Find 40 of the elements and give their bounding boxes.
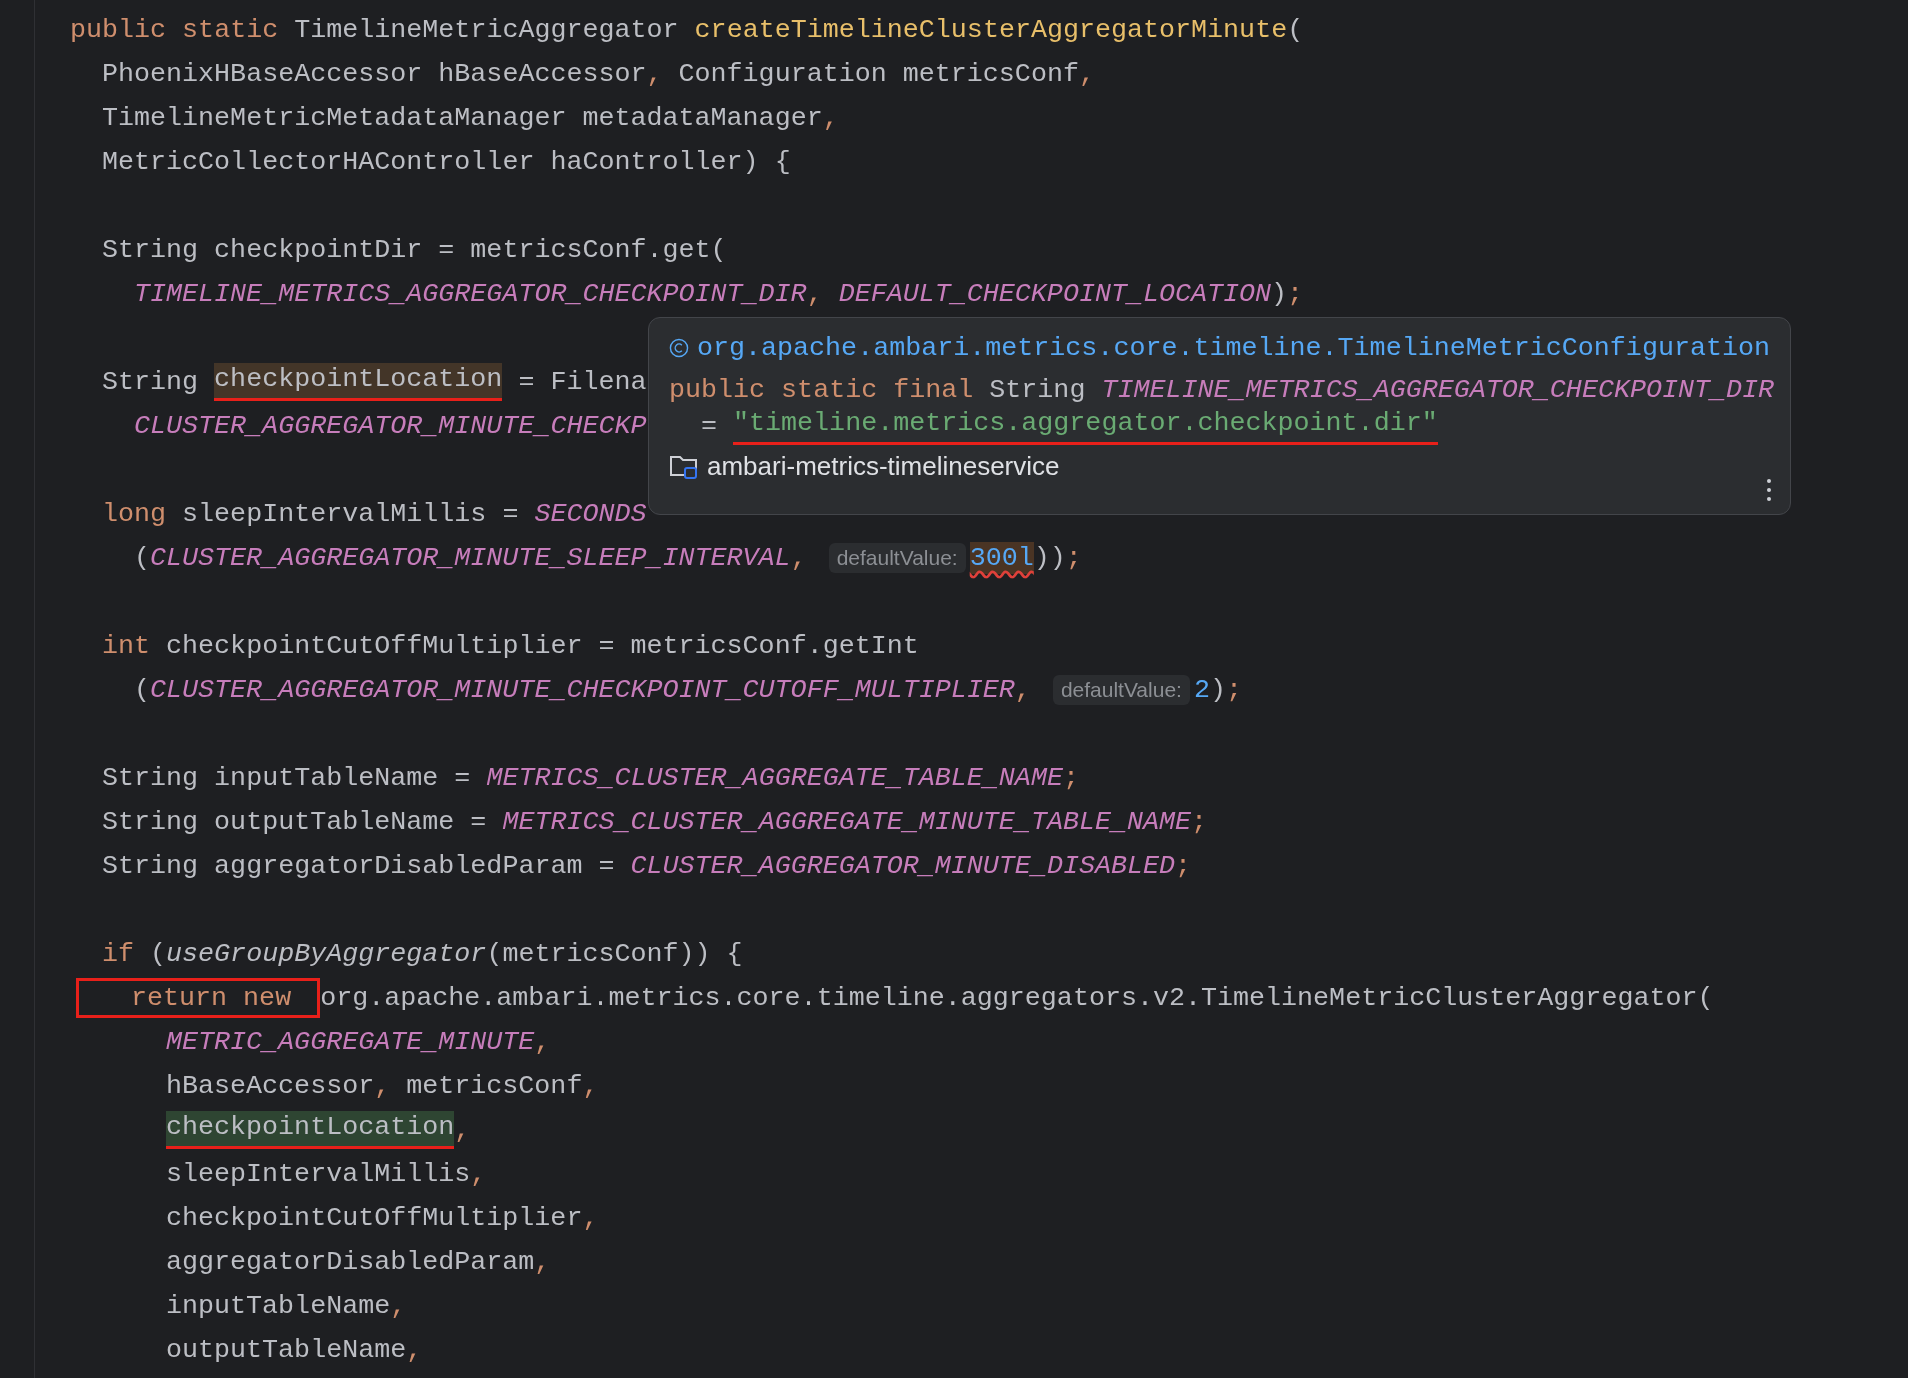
- code-text: TIMELINE_METRICS_AGGREGATOR_CHECKPOINT_DIR, DEFAULT_CHECKPOINT_LOCATION);: [134, 279, 1304, 309]
- code-text: TimelineMetricMetadataManager metadataManager,: [102, 103, 839, 133]
- code-text: =: [701, 411, 718, 441]
- code-text: outputTableName,: [166, 1335, 423, 1365]
- code-text: PhoenixHBaseAccessor hBaseAccessor, Configuration metricsConf,: [102, 59, 1095, 89]
- code-text: (CLUSTER_AGGREGATOR_MINUTE_CHECKPOINT_CUTOFF_MULTIPLIER,: [134, 675, 1032, 705]
- code-text: (CLUSTER_AGGREGATOR_MINUTE_SLEEP_INTERVAL,: [134, 543, 808, 573]
- highlighted-text: checkpointLocation: [166, 1111, 455, 1149]
- underlined-text: "timeline.metrics.aggregator.checkpoint.dir": [733, 407, 1438, 445]
- code-text: String: [102, 367, 200, 397]
- code-text: int checkpointCutOffMultiplier = metricsConf.getInt: [102, 631, 919, 661]
- code-text: CLUSTER_AGGREGATOR_MINUTE_CHECKP: [134, 411, 647, 441]
- code-text: sleepIntervalMillis,: [166, 1159, 487, 1189]
- boxed-text: return new: [76, 978, 321, 1018]
- code-text: inputTableName,: [166, 1291, 407, 1321]
- code-text: checkpointCutOffMultiplier,: [166, 1203, 599, 1233]
- code-text: String inputTableName = METRICS_CLUSTER_AGGREGATE_TABLE_NAME;: [102, 763, 1079, 793]
- code-text: String outputTableName = METRICS_CLUSTER_AGGREGATE_MINUTE_TABLE_NAME;: [102, 807, 1208, 837]
- more-options-icon[interactable]: [1766, 478, 1772, 502]
- warning-text: 300l: [969, 542, 1034, 574]
- code-text: hBaseAccessor, metricsConf,: [166, 1071, 599, 1101]
- code-text: MetricCollectorHAController haController) {: [102, 147, 791, 177]
- code-text: public static final String TIMELINE_METRICS_AGGREGATOR_CHECKPOINT_DIR: [669, 375, 1775, 405]
- inlay-hint: defaultValue:: [828, 543, 966, 573]
- code-text: aggregatorDisabledParam,: [166, 1247, 551, 1277]
- code-text: 2);: [1193, 675, 1242, 705]
- highlighted-text: checkpointLocation: [214, 363, 503, 401]
- class-name[interactable]: org.apache.ambari.metrics.core.timeline.TimelineMetricConfiguration: [697, 333, 1770, 363]
- code-text: public static TimelineMetricAggregator createTimelineClusterAggregatorMinute(: [70, 15, 1304, 45]
- code-text: String aggregatorDisabledParam = CLUSTER_AGGREGATOR_MINUTE_DISABLED;: [102, 851, 1192, 881]
- module-name: ambari-metrics-timelineservice: [707, 450, 1060, 482]
- inlay-hint: defaultValue:: [1052, 675, 1190, 705]
- code-text: ,: [454, 1115, 471, 1145]
- code-text: = Filena: [517, 367, 647, 397]
- code-text: long sleepIntervalMillis = SECONDS: [102, 499, 647, 529]
- code-text: org.apache.ambari.metrics.core.timeline.aggregators.v2.TimelineMetricClusterAggregator(: [319, 983, 1714, 1013]
- code-text: METRIC_AGGREGATE_MINUTE,: [166, 1027, 551, 1057]
- code-text: if (useGroupByAggregator(metricsConf)) {: [102, 939, 743, 969]
- code-text: ));: [1033, 543, 1082, 573]
- code-text: String checkpointDir = metricsConf.get(: [102, 235, 727, 265]
